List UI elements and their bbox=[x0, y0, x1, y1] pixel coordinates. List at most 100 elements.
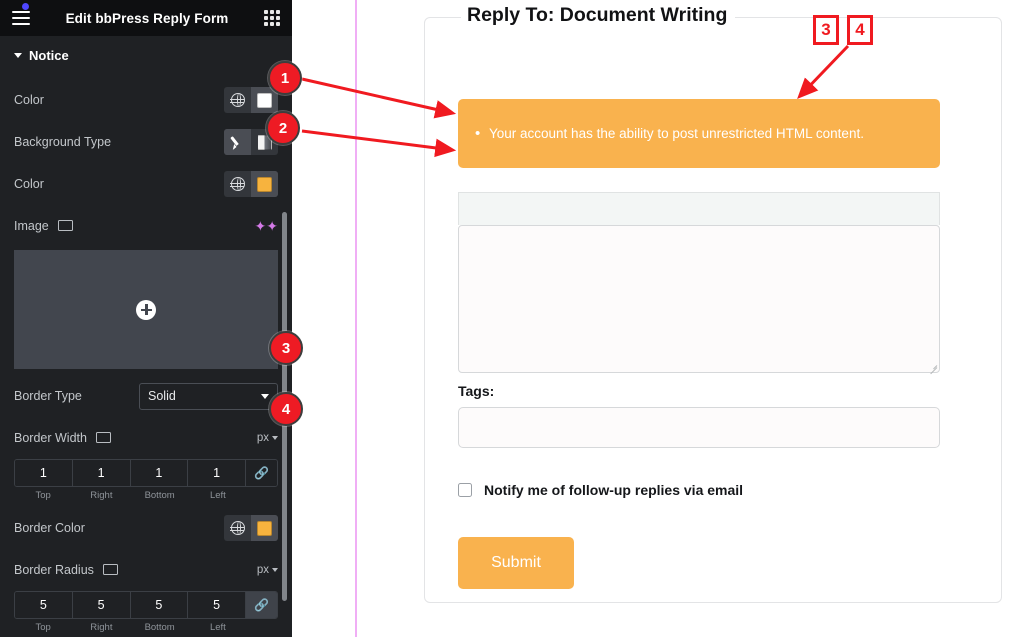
color-swatch bbox=[257, 520, 272, 536]
monitor-icon[interactable] bbox=[102, 564, 118, 576]
border-width-bottom-label: Bottom bbox=[144, 490, 175, 501]
panel-body: Notice Color Background Type Color Image… bbox=[0, 36, 292, 637]
control-row-background-image: Image ✦✦ bbox=[0, 211, 292, 241]
border-width-top-input[interactable]: 1 bbox=[15, 460, 73, 486]
hamburger-menu-icon[interactable] bbox=[12, 11, 30, 25]
control-label-background-color: Color bbox=[14, 177, 44, 191]
globe-icon bbox=[230, 520, 245, 535]
notice-color-global-button[interactable] bbox=[224, 87, 251, 113]
tags-label: Tags: bbox=[458, 383, 495, 399]
border-radius-left-input[interactable]: 5 bbox=[188, 592, 246, 618]
chevron-down-icon bbox=[261, 393, 269, 399]
notice-item: Your account has the ability to post unr… bbox=[475, 125, 864, 142]
border-width-dimensions: 1 1 1 1 🔗 Top Right Bottom Left bbox=[14, 459, 278, 501]
border-type-value: Solid bbox=[148, 389, 176, 403]
control-row-border-type: Border Type Solid bbox=[0, 381, 292, 411]
border-radius-unit-label: px bbox=[256, 564, 269, 576]
reply-form-fieldset: Reply To: Document Writing Your account … bbox=[424, 4, 1002, 603]
sparkle-icon[interactable]: ✦✦ bbox=[255, 219, 278, 233]
border-radius-top-input[interactable]: 5 bbox=[15, 592, 73, 618]
border-color-swatch[interactable] bbox=[251, 515, 278, 541]
border-radius-top-label: Top bbox=[35, 622, 51, 633]
border-width-unit[interactable]: px bbox=[257, 432, 278, 444]
chevron-down-icon bbox=[14, 53, 22, 58]
background-color-global-button[interactable] bbox=[224, 171, 251, 197]
annotation-badge-4: 4 bbox=[269, 392, 303, 426]
link-icon: 🔗 bbox=[254, 466, 269, 480]
border-radius-left-label: Left bbox=[209, 622, 226, 633]
control-row-border-width: Border Width px bbox=[0, 423, 292, 453]
border-radius-unit[interactable]: px bbox=[257, 564, 278, 576]
control-label-border-width: Border Width bbox=[14, 431, 87, 445]
notice-box: Your account has the ability to post unr… bbox=[458, 99, 940, 168]
control-label-notice-color: Color bbox=[14, 93, 44, 107]
annotation-square-4: 4 bbox=[847, 15, 873, 45]
border-width-left-input[interactable]: 1 bbox=[188, 460, 246, 486]
annotation-badge-2: 2 bbox=[266, 111, 300, 145]
background-type-classic-button[interactable] bbox=[224, 129, 251, 155]
control-label-border-radius: Border Radius bbox=[14, 563, 94, 577]
control-label-background-image: Image bbox=[14, 219, 49, 233]
border-radius-link-toggle[interactable]: 🔗 bbox=[246, 592, 277, 618]
background-color-swatch[interactable] bbox=[251, 171, 278, 197]
link-icon: 🔗 bbox=[254, 598, 269, 612]
plus-icon bbox=[136, 299, 156, 320]
border-width-bottom-input[interactable]: 1 bbox=[130, 460, 189, 486]
page-title: Reply To: Document Writing bbox=[461, 4, 736, 27]
panel-title: Edit bbPress Reply Form bbox=[65, 10, 229, 26]
border-radius-bottom-input[interactable]: 5 bbox=[130, 592, 189, 618]
panel-header: Edit bbPress Reply Form bbox=[0, 0, 292, 36]
chevron-down-icon bbox=[272, 436, 278, 440]
control-row-background-type: Background Type bbox=[0, 127, 292, 157]
grid-apps-icon[interactable] bbox=[264, 10, 280, 26]
submit-button[interactable]: Submit bbox=[458, 537, 574, 589]
preview-canvas: Reply To: Document Writing Your account … bbox=[292, 0, 1024, 637]
monitor-icon[interactable] bbox=[95, 432, 111, 444]
brush-icon bbox=[230, 135, 245, 150]
tags-input[interactable] bbox=[458, 407, 940, 448]
section-header-notice[interactable]: Notice bbox=[0, 36, 292, 73]
annotation-badge-1: 1 bbox=[268, 61, 302, 95]
control-row-notice-color: Color bbox=[0, 85, 292, 115]
border-radius-bottom-label: Bottom bbox=[144, 622, 175, 633]
monitor-icon[interactable] bbox=[57, 220, 73, 232]
control-row-border-radius: Border Radius px bbox=[0, 555, 292, 585]
reply-content-textarea[interactable] bbox=[458, 225, 940, 375]
border-type-select[interactable]: Solid bbox=[139, 382, 278, 410]
notify-row: Notify me of follow-up replies via email bbox=[458, 482, 743, 498]
border-color-global-button[interactable] bbox=[224, 515, 251, 541]
section-title: Notice bbox=[29, 48, 69, 63]
globe-icon bbox=[230, 176, 245, 191]
canvas-guide-line bbox=[355, 0, 357, 637]
control-label-background-type: Background Type bbox=[14, 135, 112, 149]
color-swatch bbox=[257, 176, 272, 192]
border-radius-right-label: Right bbox=[90, 622, 113, 633]
app-root: Edit bbPress Reply Form Notice Color Bac… bbox=[0, 0, 1024, 637]
border-radius-dimensions: 5 5 5 5 🔗 Top Right Bottom Left bbox=[14, 591, 278, 633]
annotation-badge-3: 3 bbox=[269, 331, 303, 365]
border-width-link-toggle[interactable]: 🔗 bbox=[246, 460, 277, 486]
control-row-background-color: Color bbox=[0, 169, 292, 199]
border-radius-right-input[interactable]: 5 bbox=[72, 592, 131, 618]
notice-color-control bbox=[224, 87, 278, 113]
border-width-right-input[interactable]: 1 bbox=[72, 460, 131, 486]
control-label-border-color: Border Color bbox=[14, 521, 85, 535]
control-label-border-type: Border Type bbox=[14, 389, 82, 403]
background-color-control bbox=[224, 171, 278, 197]
annotation-square-3: 3 bbox=[813, 15, 839, 45]
image-upload-dropzone[interactable] bbox=[14, 250, 278, 369]
globe-icon bbox=[230, 92, 245, 107]
color-swatch bbox=[257, 92, 272, 108]
textarea-resize-handle[interactable] bbox=[926, 359, 938, 375]
notify-checkbox[interactable] bbox=[458, 483, 472, 497]
editor-toolbar[interactable] bbox=[458, 192, 940, 225]
border-width-unit-label: px bbox=[256, 432, 269, 444]
notify-label: Notify me of follow-up replies via email bbox=[484, 482, 744, 498]
border-color-control bbox=[224, 515, 278, 541]
elementor-panel-sidebar: Edit bbPress Reply Form Notice Color Bac… bbox=[0, 0, 292, 637]
border-width-top-label: Top bbox=[35, 490, 51, 501]
notice-list: Your account has the ability to post unr… bbox=[459, 125, 864, 142]
control-row-border-color: Border Color bbox=[0, 513, 292, 543]
border-width-left-label: Left bbox=[209, 490, 226, 501]
border-width-right-label: Right bbox=[90, 490, 113, 501]
